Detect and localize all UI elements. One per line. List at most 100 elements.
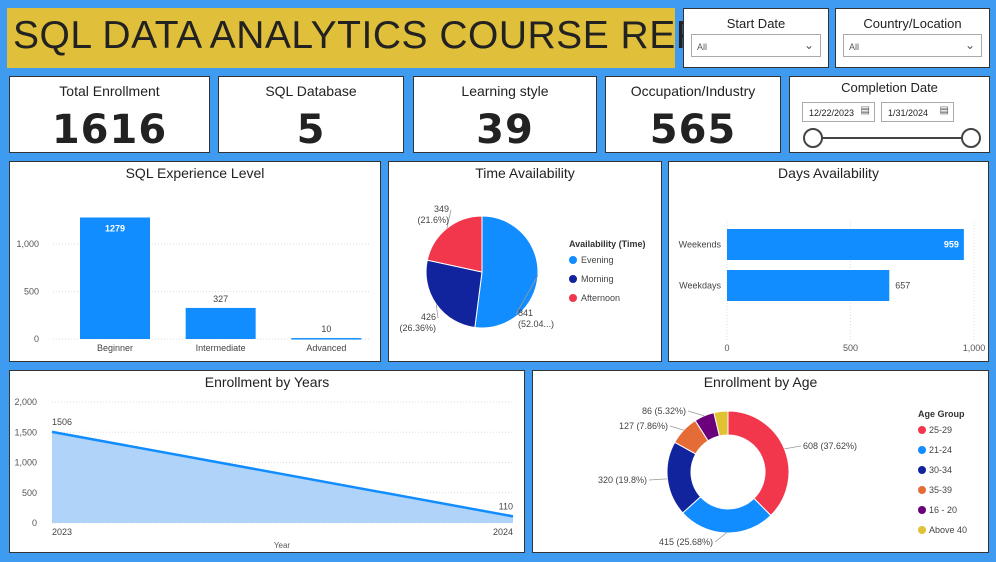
- sql-experience-chart: 0 500 1,000 1279 Beginner 327 Intermediate 10 Ad…: [16, 217, 370, 353]
- data-label: 86 (5.32%): [642, 406, 686, 416]
- legend-title: Availability (Time): [569, 239, 646, 249]
- calendar-icon: ▤: [939, 105, 949, 116]
- legend-label: 35-39: [929, 485, 952, 495]
- data-label: 127 (7.86%): [619, 421, 668, 431]
- legend-label: 30-34: [929, 465, 952, 475]
- kpi-value: 5: [296, 107, 326, 153]
- legend-marker: [569, 294, 577, 302]
- donut-slice: [682, 496, 772, 534]
- start-date-label: Start Date: [726, 16, 786, 31]
- slider-end-handle[interactable]: [961, 128, 981, 148]
- data-label: 1279: [105, 223, 125, 233]
- legend-marker: [569, 256, 577, 264]
- y-tick-label: 500: [24, 287, 39, 297]
- data-label: (21.6%): [417, 215, 449, 225]
- legend-marker: [918, 506, 926, 514]
- report-title-banner: SQL DATA ANALYTICS COURSE REPORT: [7, 8, 785, 68]
- kpi-label: Total Enrollment: [59, 83, 160, 99]
- data-label: 608 (37.62%): [803, 441, 857, 451]
- x-tick-label: 1,000: [963, 343, 986, 353]
- x-tick-label: Intermediate: [196, 343, 246, 353]
- kpi-label: Learning style: [461, 83, 549, 99]
- data-label: 10: [321, 324, 331, 334]
- calendar-icon: ▤: [860, 105, 870, 116]
- x-tick-label: 0: [724, 343, 729, 353]
- leader-line: [784, 445, 802, 450]
- kpi-value: 565: [649, 107, 737, 153]
- time-availability-chart-card: Time Availability 841 (52.04...) 426 (26.36…: [388, 161, 662, 362]
- y-tick-label: Weekends: [679, 240, 722, 250]
- bar: [291, 338, 362, 340]
- completion-from-value: 12/22/2023: [809, 108, 855, 118]
- data-label: 327: [213, 294, 228, 304]
- chevron-down-icon: ⌄: [964, 38, 975, 52]
- data-label: 426: [421, 312, 436, 322]
- leader-line: [687, 410, 705, 417]
- completion-to-input[interactable]: 1/31/2024 ▤: [881, 102, 954, 122]
- completion-date-slicer: Completion Date 12/22/2023 ▤ 1/31/2024 ▤: [789, 76, 990, 153]
- x-tick-label: Beginner: [97, 343, 133, 353]
- data-label: 841: [518, 308, 533, 318]
- x-tick-label: Advanced: [306, 343, 346, 353]
- days-availability-chart-card: Days Availability 0 500 1,000 Weekends 959 We…: [668, 161, 989, 362]
- legend-label: Evening: [581, 255, 614, 265]
- data-label: (52.04...): [518, 319, 554, 329]
- kpi-label: SQL Database: [265, 83, 357, 99]
- report-title: SQL DATA ANALYTICS COURSE REPORT: [13, 14, 786, 57]
- days-availability-chart: 0 500 1,000 Weekends 959 Weekdays 657: [679, 222, 986, 353]
- x-tick-label: 2024: [493, 527, 513, 537]
- kpi-learning-style: Learning style 39: [413, 76, 597, 153]
- legend-label: Afternoon: [581, 293, 620, 303]
- bar: [80, 217, 150, 339]
- y-tick-label: 1,000: [16, 239, 39, 249]
- legend-marker: [569, 275, 577, 283]
- legend-marker: [918, 486, 926, 494]
- legend-marker: [918, 446, 926, 454]
- legend-label: Above 40: [929, 525, 967, 535]
- kpi-value: 1616: [51, 107, 168, 153]
- legend-marker: [918, 526, 926, 534]
- kpi-label: Occupation/Industry: [630, 83, 756, 99]
- country-label: Country/Location: [863, 16, 962, 31]
- country-dropdown[interactable]: All ⌄: [843, 34, 982, 57]
- x-axis-title: Year: [274, 541, 291, 550]
- completion-from-input[interactable]: 12/22/2023 ▤: [802, 102, 875, 122]
- data-label: 110: [499, 501, 513, 511]
- data-label: 415 (25.68%): [659, 537, 713, 547]
- kpi-total-enrollment: Total Enrollment 1616: [9, 76, 210, 153]
- start-date-value: All: [697, 42, 708, 52]
- enrollment-years-chart: 0 500 1,000 1,500 2,000 2023 1506 2024 110 Year: [14, 397, 514, 550]
- completion-to-value: 1/31/2024: [888, 108, 929, 118]
- start-date-slicer: Start Date All ⌄: [683, 8, 829, 68]
- legend-label: Morning: [581, 274, 614, 284]
- data-label: 320 (19.8%): [598, 475, 647, 485]
- bar: [727, 229, 964, 260]
- bar: [727, 270, 890, 301]
- country-value: All: [849, 42, 860, 52]
- legend-label: 21-24: [929, 445, 952, 455]
- y-tick-label: 1,000: [14, 458, 37, 468]
- start-date-dropdown[interactable]: All ⌄: [691, 34, 821, 57]
- data-label: 959: [944, 240, 959, 250]
- enrollment-age-chart-card: Enrollment by Age 608 (37.62%) 415 (25.68…: [532, 370, 989, 553]
- chevron-down-icon: ⌄: [803, 38, 814, 52]
- legend-marker: [918, 466, 926, 474]
- y-tick-label: 0: [34, 334, 39, 344]
- y-tick-label: 2,000: [14, 397, 37, 407]
- legend-marker: [918, 426, 926, 434]
- kpi-occupation: Occupation/Industry 565: [605, 76, 781, 153]
- x-tick-label: 2023: [52, 527, 72, 537]
- y-tick-label: 1,500: [14, 427, 37, 437]
- date-range-slider[interactable]: [790, 125, 989, 151]
- legend-title: Age Group: [918, 409, 965, 419]
- slider-start-handle[interactable]: [803, 128, 823, 148]
- leader-line: [714, 532, 727, 543]
- leader-line: [669, 425, 684, 431]
- y-tick-label: 0: [32, 518, 37, 528]
- bar: [185, 307, 256, 339]
- legend-label: 16 - 20: [929, 505, 957, 515]
- y-tick-label: 500: [22, 488, 37, 498]
- x-tick-label: 500: [843, 343, 858, 353]
- time-availability-chart: 841(52.04...) 426(26.36%) 349(21.6%) Availa…: [399, 204, 646, 333]
- kpi-value: 39: [476, 107, 534, 153]
